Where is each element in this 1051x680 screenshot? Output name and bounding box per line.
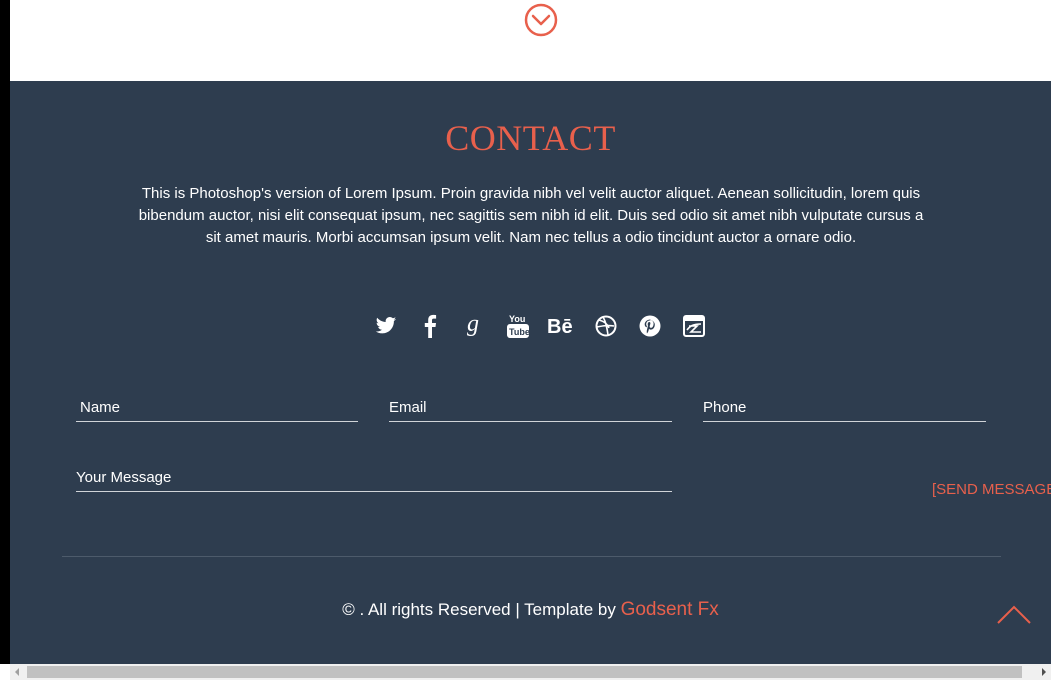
contact-title: CONTACT [445,118,616,158]
facebook-icon [424,314,437,338]
phone-field[interactable]: Phone [703,389,986,422]
facebook-link[interactable] [408,312,452,340]
behance-link[interactable]: Bē [540,312,584,340]
message-field[interactable]: Your Message [76,459,672,492]
message-placeholder: Your Message [76,469,172,486]
pinterest-icon [639,315,661,337]
horizontal-scrollbar[interactable] [10,664,1051,680]
name-field[interactable]: Name [76,389,358,422]
svg-text:You: You [509,314,525,324]
email-placeholder: Email [389,399,427,416]
chevron-up-icon [997,605,1031,624]
top-white-area [10,0,1051,81]
copyright-text: © . All rights Reserved | Template by [342,600,621,619]
contact-section: CONTACT This is Photoshop's version of L… [10,81,1051,664]
scrollbar-thumb[interactable] [27,666,1022,678]
svg-text:Bē: Bē [547,316,573,337]
deviantart-icon [683,315,705,337]
left-edge-strip [0,0,10,664]
footer-divider [62,556,1001,557]
svg-text:g: g [467,313,479,337]
contact-description: This is Photoshop's version of Lorem Ips… [138,185,924,246]
youtube-icon: You Tube [507,314,529,338]
email-field[interactable]: Email [389,389,672,422]
chevron-down-circle-icon [524,3,558,37]
dribbble-icon [595,315,617,337]
twitter-icon [375,317,397,334]
deviantart-link[interactable] [672,312,716,340]
back-to-top-button[interactable] [996,603,1032,627]
scroll-down-button[interactable] [523,2,559,38]
scroll-right-arrow-icon[interactable] [1039,667,1049,677]
footer-copyright: © . All rights Reserved | Template by Go… [10,599,1051,621]
twitter-link[interactable] [364,312,408,340]
phone-placeholder: Phone [703,399,747,416]
google-plus-icon: g [467,313,479,337]
behance-icon: Bē [547,316,573,337]
svg-text:Tube: Tube [509,327,529,337]
name-placeholder: Name [80,399,121,416]
send-message-button[interactable]: [SEND MESSAGE] [932,481,1051,498]
social-icons-row: g You Tube Bē [364,312,716,340]
dribbble-link[interactable] [584,312,628,340]
pinterest-link[interactable] [628,312,672,340]
scroll-left-arrow-icon[interactable] [12,667,22,677]
brand-link[interactable]: Godsent Fx [621,599,719,620]
youtube-link[interactable]: You Tube [496,312,540,340]
google-plus-link[interactable]: g [452,312,496,340]
